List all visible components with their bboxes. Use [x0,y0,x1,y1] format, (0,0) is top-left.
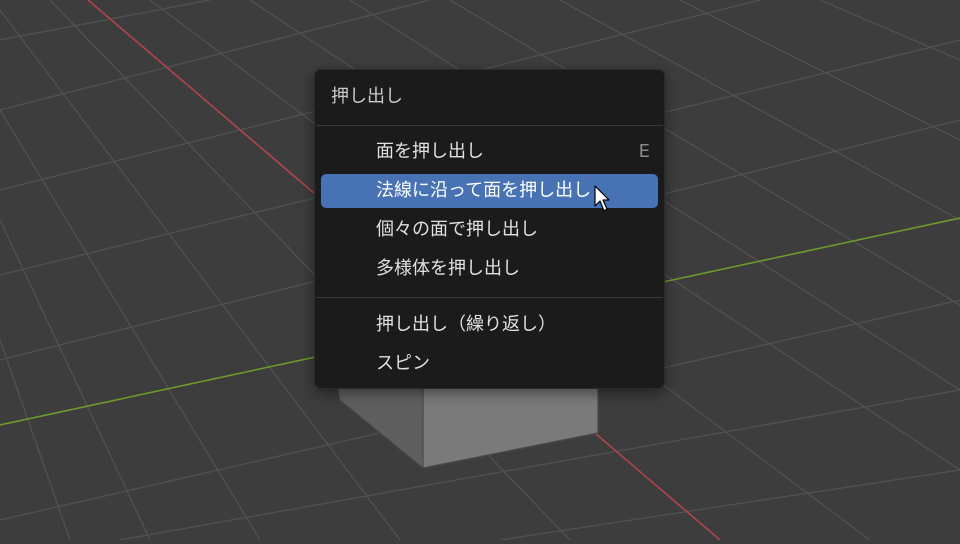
menu-item-label: スピン [376,353,430,374]
menu-item-label: 個々の面で押し出し [376,219,538,240]
menu-item-extrude-faces[interactable]: 面を押し出し E [321,135,658,169]
menu-separator [316,125,663,126]
menu-item-label: 押し出し（繰り返し） [376,314,556,335]
menu-item-label: 面を押し出し [376,141,484,162]
cube-mesh[interactable] [338,388,599,469]
mouse-pointer-icon [594,185,610,212]
shortcut-label: E [638,141,650,162]
extrude-menu: 押し出し 面を押し出し E 法線に沿って面を押し出し 個々の面で押し出し 多様体… [314,69,665,389]
menu-separator [316,297,663,298]
menu-item-label: 法線に沿って面を押し出し [376,180,592,201]
menu-item-spin[interactable]: スピン [321,347,658,381]
menu-item-extrude-individual-faces[interactable]: 個々の面で押し出し [321,213,658,247]
menu-item-label: 多様体を押し出し [376,258,520,279]
menu-item-extrude-manifold[interactable]: 多様体を押し出し [321,252,658,286]
menu-title: 押し出し [331,86,403,107]
menu-item-extrude-repeat[interactable]: 押し出し（繰り返し） [321,308,658,342]
